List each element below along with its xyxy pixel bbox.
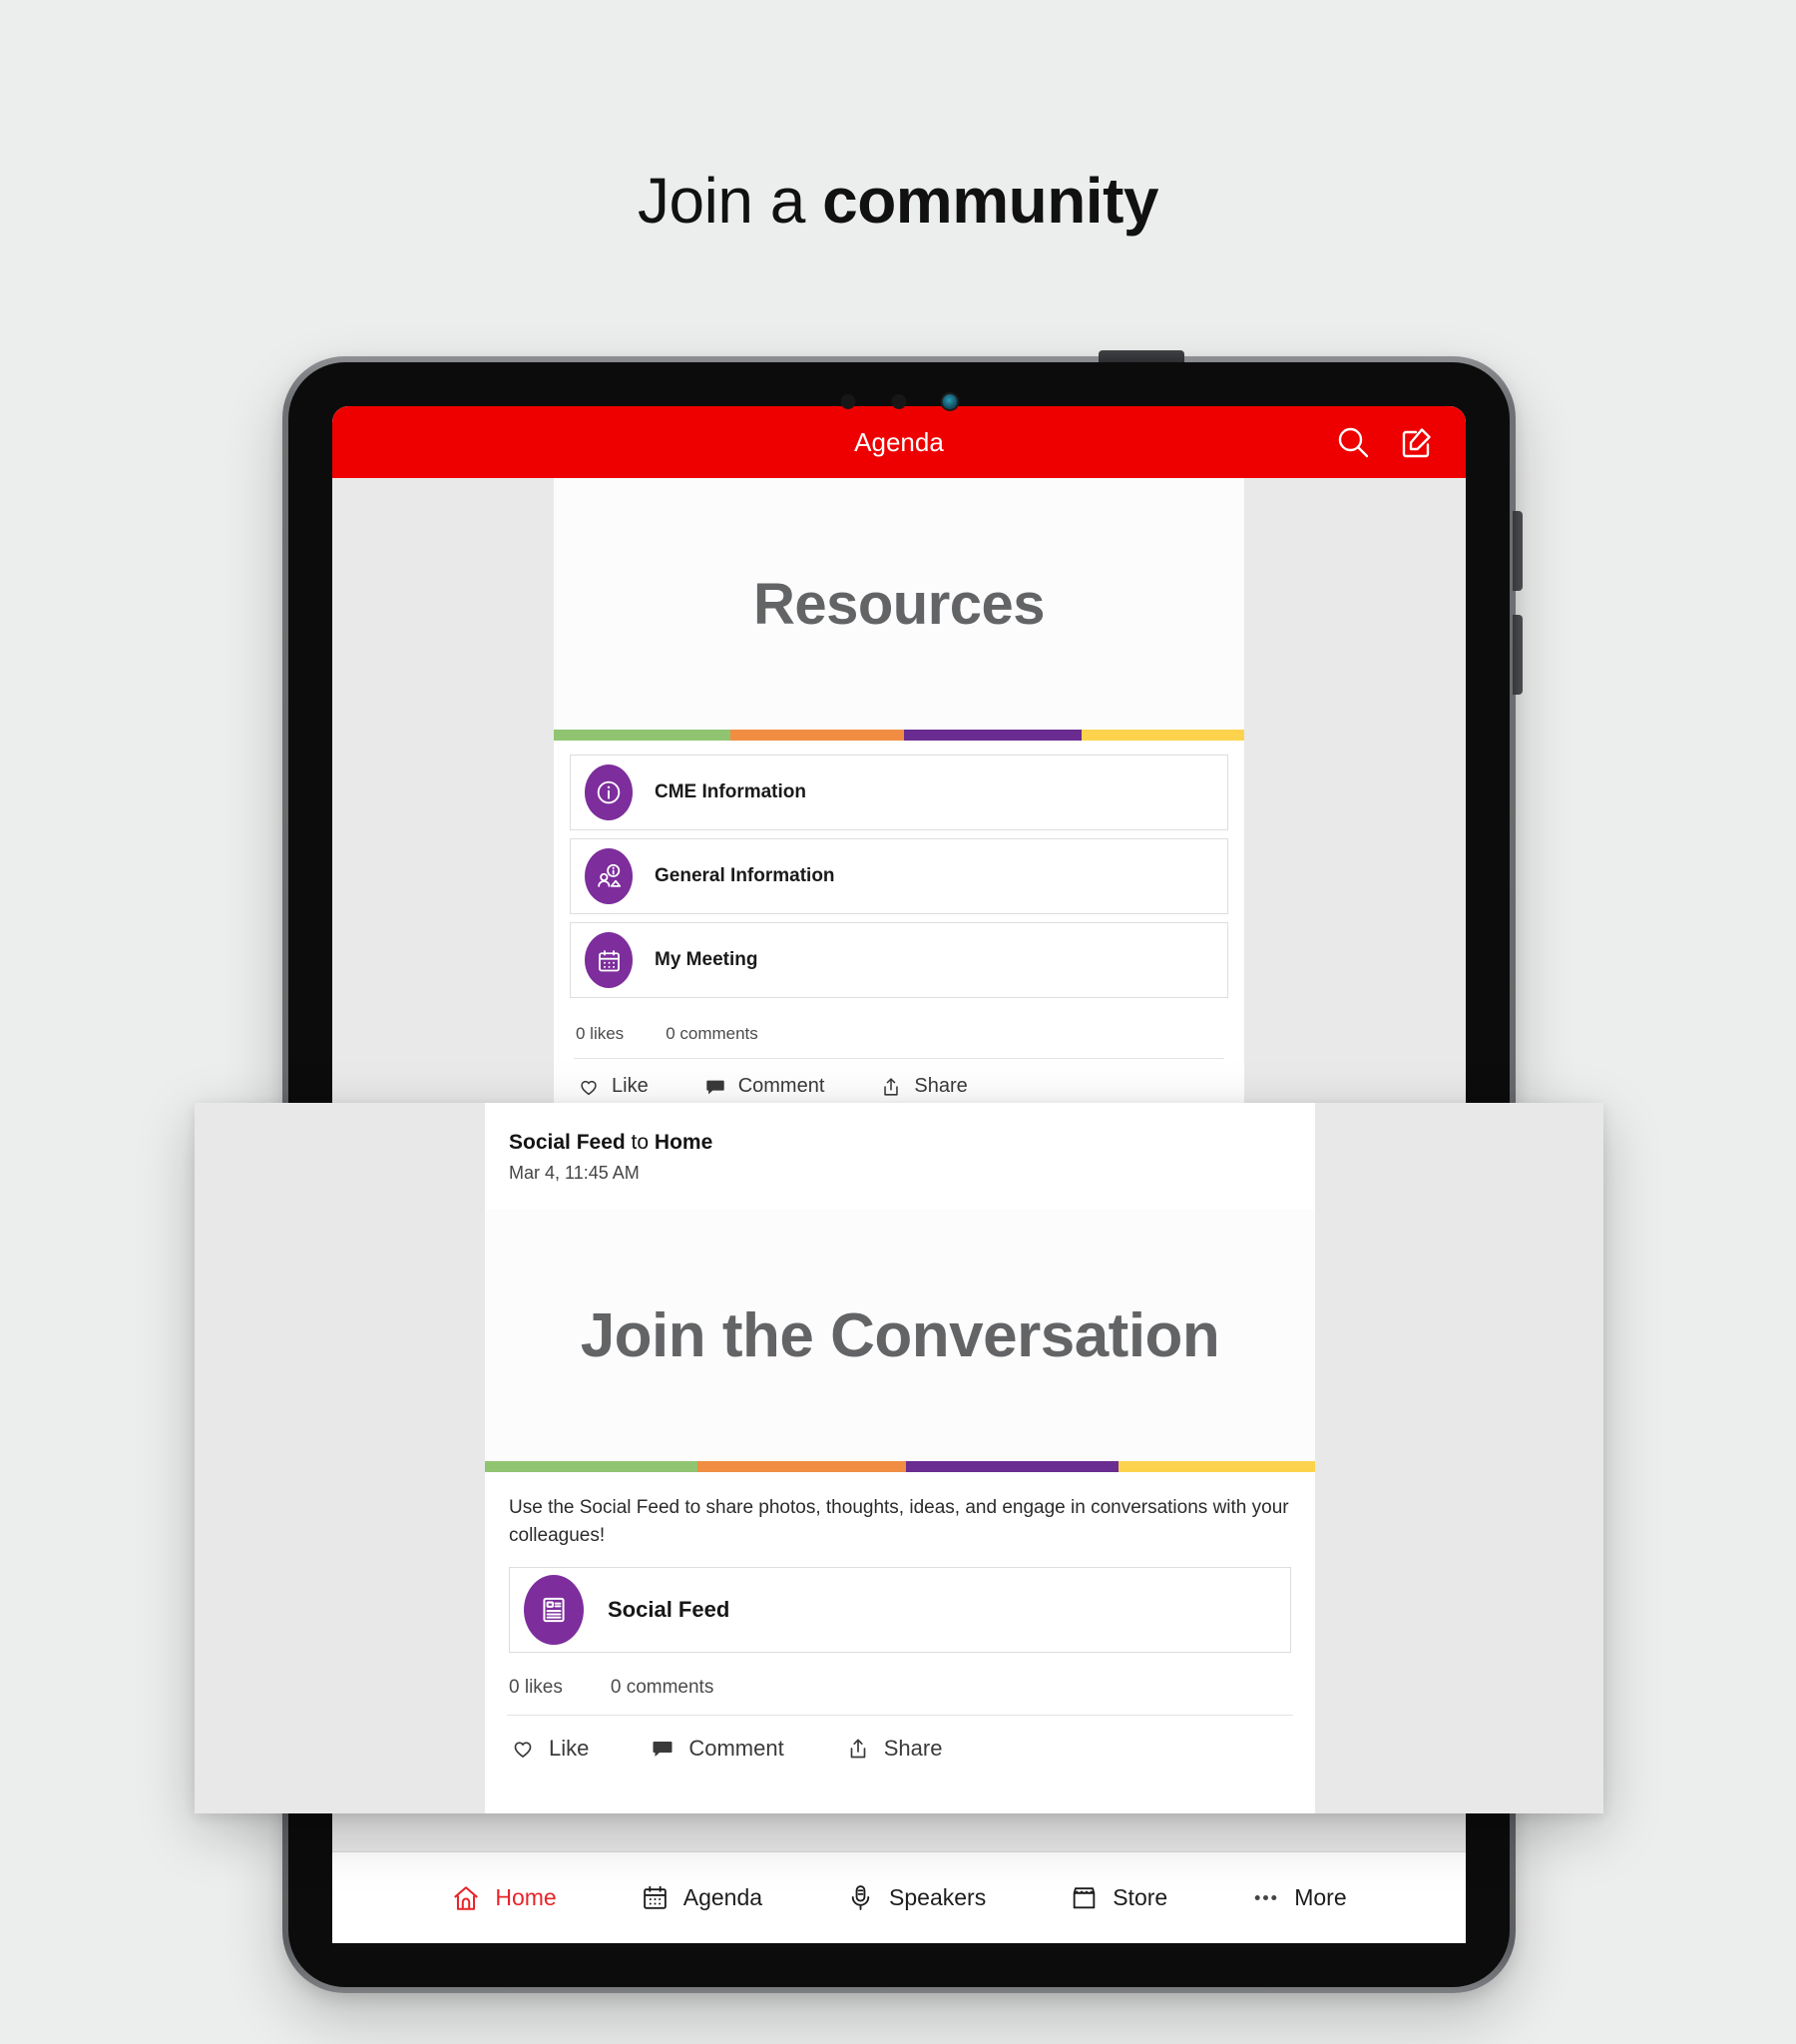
stripe-orange xyxy=(730,730,905,741)
stripe-yellow xyxy=(1081,730,1244,741)
nav-item-more[interactable]: More xyxy=(1251,1883,1347,1912)
share-button-label: Share xyxy=(883,1736,943,1762)
like-count: 0 likes xyxy=(576,1024,625,1043)
comment-button-label: Comment xyxy=(737,1075,825,1097)
stripe-purple xyxy=(904,730,1082,741)
overlay-post-header: Social Feed to Home Mar 4, 11:45 AM xyxy=(485,1103,1315,1184)
share-button[interactable]: Share xyxy=(880,1075,968,1098)
nav-item-label: Agenda xyxy=(682,1884,763,1910)
color-stripe xyxy=(554,730,1244,741)
overlay-post-channel[interactable]: Home xyxy=(655,1131,712,1154)
overlay-post-card: Social Feed to Home Mar 4, 11:45 AM Join… xyxy=(485,1103,1315,1813)
list-item-label: General Information xyxy=(655,865,835,886)
overlay-post-action-bar: Like Comment Share xyxy=(485,1716,1315,1762)
person-info-icon xyxy=(585,848,633,904)
overlay-link-list: Social Feed xyxy=(485,1549,1315,1654)
bottom-navigation: Home Agenda Speakers Store More xyxy=(332,1851,1466,1943)
nav-item-label: Speakers xyxy=(889,1884,987,1910)
app-header: Agenda xyxy=(332,406,1466,478)
like-button-label: Like xyxy=(612,1075,649,1097)
power-button[interactable] xyxy=(1099,350,1184,362)
overlay-post-counts: 0 likes 0 comments xyxy=(485,1653,1315,1715)
list-item[interactable]: My Meeting xyxy=(570,922,1228,998)
page-title-accent: community xyxy=(822,165,1158,237)
post-counts: 0 likes 0 comments xyxy=(554,1006,1244,1058)
volume-down-button[interactable] xyxy=(1513,615,1523,695)
like-count: 0 likes xyxy=(509,1677,563,1699)
search-icon[interactable] xyxy=(1334,423,1372,461)
overlay-hero-banner: Join the Conversation xyxy=(485,1210,1315,1461)
like-button[interactable]: Like xyxy=(511,1736,589,1762)
article-icon xyxy=(524,1575,584,1646)
overlay-post-preposition: to xyxy=(625,1131,655,1154)
comment-count: 0 comments xyxy=(666,1024,758,1043)
overlay-hero-title: Join the Conversation xyxy=(580,1300,1220,1370)
page-title: Join a community xyxy=(0,166,1796,236)
list-item[interactable]: General Information xyxy=(570,838,1228,914)
nav-item-agenda[interactable]: Agenda xyxy=(641,1883,762,1912)
stripe-orange xyxy=(697,1461,907,1472)
sensor-dot-icon xyxy=(840,394,856,409)
info-circle-icon xyxy=(585,765,633,820)
overlay-panel: Social Feed to Home Mar 4, 11:45 AM Join… xyxy=(195,1103,1603,1813)
overlay-post-body: Use the Social Feed to share photos, tho… xyxy=(509,1497,1289,1546)
compose-icon[interactable] xyxy=(1398,423,1436,461)
calendar-icon xyxy=(585,932,633,988)
share-button[interactable]: Share xyxy=(846,1736,943,1762)
nav-item-label: More xyxy=(1294,1884,1347,1910)
page-title-prefix: Join a xyxy=(638,165,823,237)
comment-button[interactable]: Comment xyxy=(704,1075,825,1098)
list-item[interactable]: CME Information xyxy=(570,755,1228,830)
app-header-title: Agenda xyxy=(854,426,944,457)
list-item[interactable]: Social Feed xyxy=(509,1567,1291,1654)
app-header-actions xyxy=(1334,423,1436,461)
stripe-green xyxy=(485,1461,698,1472)
overlay-post-author[interactable]: Social Feed xyxy=(509,1131,626,1154)
camera-cluster xyxy=(840,394,958,409)
stripe-yellow xyxy=(1119,1461,1315,1472)
overlay-post-timestamp: Mar 4, 11:45 AM xyxy=(509,1163,640,1183)
list-item-label: Social Feed xyxy=(608,1597,730,1623)
stripe-purple xyxy=(906,1461,1120,1472)
like-button-label: Like xyxy=(549,1736,590,1762)
comment-button[interactable]: Comment xyxy=(651,1736,784,1762)
comment-button-label: Comment xyxy=(688,1736,784,1762)
nav-item-speakers[interactable]: Speakers xyxy=(846,1883,986,1912)
overlay-color-stripe xyxy=(485,1461,1315,1472)
nav-item-home[interactable]: Home xyxy=(451,1883,557,1913)
stripe-green xyxy=(554,730,731,741)
nav-item-store[interactable]: Store xyxy=(1070,1883,1167,1912)
nav-item-label: Store xyxy=(1113,1884,1168,1910)
camera-lens-icon xyxy=(942,394,958,409)
overlay-post-author-line: Social Feed to Home xyxy=(509,1131,1291,1155)
post-hero-title: Resources xyxy=(752,571,1046,637)
post-link-list: CME Information General Information My M… xyxy=(554,741,1244,998)
nav-item-label: Home xyxy=(495,1884,557,1910)
list-item-label: CME Information xyxy=(655,781,806,802)
comment-count: 0 comments xyxy=(610,1677,714,1699)
volume-up-button[interactable] xyxy=(1513,511,1523,591)
post-hero-banner: Resources xyxy=(554,478,1244,730)
like-button[interactable]: Like xyxy=(578,1075,649,1098)
sensor-dot-icon xyxy=(891,394,907,409)
share-button-label: Share xyxy=(914,1075,968,1097)
list-item-label: My Meeting xyxy=(655,949,758,970)
